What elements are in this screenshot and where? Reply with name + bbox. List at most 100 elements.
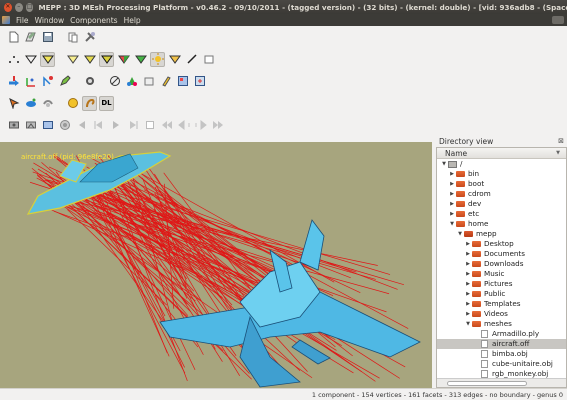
scrollbar-thumb[interactable] bbox=[447, 381, 527, 386]
camera-icon[interactable] bbox=[6, 118, 21, 133]
next-icon[interactable] bbox=[193, 118, 208, 133]
collapsed-arrow-icon[interactable]: ▶ bbox=[464, 279, 472, 289]
restore-panel-icon[interactable] bbox=[552, 16, 564, 24]
play-back-icon[interactable] bbox=[91, 118, 106, 133]
new-icon[interactable] bbox=[6, 30, 21, 45]
expanded-arrow-icon[interactable]: ▼ bbox=[448, 219, 456, 229]
tools-icon[interactable] bbox=[82, 30, 97, 45]
tree-item[interactable]: ▼ mepp bbox=[437, 229, 566, 239]
3d-viewport[interactable]: aircraft.off (pid: 96e8fe20) bbox=[0, 142, 432, 388]
tree-item[interactable]: ▶ Downloads bbox=[437, 259, 566, 269]
window-frame-icon[interactable] bbox=[141, 74, 156, 89]
tree-item[interactable]: ▶ Desktop bbox=[437, 239, 566, 249]
window-icon[interactable] bbox=[201, 52, 216, 67]
collapsed-arrow-icon[interactable]: ▶ bbox=[448, 179, 456, 189]
texture-icon[interactable] bbox=[65, 96, 80, 111]
tree-item[interactable]: ▶ boot bbox=[437, 179, 566, 189]
tree-item[interactable]: aircraft.off bbox=[437, 339, 566, 349]
tree-item[interactable]: Armadillo.ply bbox=[437, 329, 566, 339]
paint-icon[interactable] bbox=[158, 74, 173, 89]
expanded-arrow-icon[interactable]: ▼ bbox=[464, 319, 472, 329]
tree-item[interactable]: ▶ cdrom bbox=[437, 189, 566, 199]
tree-item[interactable]: ▼ home bbox=[437, 219, 566, 229]
tree-item[interactable]: ▶ etc bbox=[437, 209, 566, 219]
collapsed-arrow-icon[interactable]: ▶ bbox=[448, 189, 456, 199]
collapsed-arrow-icon[interactable]: ▶ bbox=[464, 299, 472, 309]
wireframe-icon[interactable] bbox=[23, 52, 38, 67]
menu-help[interactable]: Help bbox=[124, 16, 141, 25]
tree-item[interactable]: cube-unitaire.obj bbox=[437, 359, 566, 369]
pause-icon[interactable] bbox=[125, 118, 140, 133]
textured-icon[interactable] bbox=[82, 52, 97, 67]
display-list-button[interactable]: DL bbox=[99, 95, 114, 111]
hand-icon[interactable] bbox=[82, 95, 97, 111]
smooth-icon[interactable] bbox=[65, 52, 80, 67]
play-icon[interactable] bbox=[108, 118, 123, 133]
collapsed-arrow-icon[interactable]: ▶ bbox=[448, 199, 456, 209]
collapsed-arrow-icon[interactable]: ▶ bbox=[448, 169, 456, 179]
collapsed-arrow-icon[interactable]: ▶ bbox=[464, 309, 472, 319]
tree-item[interactable]: ▶ Music bbox=[437, 269, 566, 279]
maximize-window-button[interactable]: □ bbox=[25, 2, 34, 12]
transform-icon[interactable] bbox=[6, 74, 21, 89]
tree-item[interactable]: ▼ / bbox=[437, 159, 566, 169]
gallery-icon[interactable] bbox=[175, 74, 190, 89]
tree-item[interactable]: ▼ meshes bbox=[437, 319, 566, 329]
collapsed-arrow-icon[interactable]: ▶ bbox=[448, 209, 456, 219]
face-color-icon[interactable] bbox=[116, 52, 131, 67]
tree-item[interactable]: ▶ bin bbox=[437, 169, 566, 179]
dock-close-icon[interactable]: ⊠ bbox=[558, 137, 564, 145]
open-icon[interactable] bbox=[23, 30, 38, 45]
sort-chevron-icon[interactable]: ▼ bbox=[556, 150, 560, 156]
tree-item[interactable]: bimba.obj bbox=[437, 349, 566, 359]
viewer-icon[interactable] bbox=[124, 74, 139, 89]
last-icon[interactable] bbox=[210, 118, 225, 133]
collapsed-arrow-icon[interactable]: ▶ bbox=[464, 289, 472, 299]
sync-icon[interactable] bbox=[40, 74, 55, 89]
minimize-window-button[interactable]: – bbox=[14, 2, 23, 12]
expanded-arrow-icon[interactable]: ▼ bbox=[456, 229, 464, 239]
tree-column-header[interactable]: Name ▼ bbox=[437, 148, 566, 159]
normal-color-icon[interactable] bbox=[133, 52, 148, 67]
vertex-color-icon[interactable] bbox=[99, 51, 114, 67]
copy-icon[interactable] bbox=[65, 30, 80, 45]
flat-icon[interactable] bbox=[40, 51, 55, 67]
cursor-icon[interactable] bbox=[6, 96, 21, 111]
tree-item[interactable]: ▶ dev bbox=[437, 199, 566, 209]
stop-icon[interactable] bbox=[142, 118, 157, 133]
pencil-icon[interactable] bbox=[57, 74, 72, 89]
analysis-icon[interactable] bbox=[82, 74, 97, 89]
whale-icon[interactable] bbox=[23, 96, 38, 111]
menu-window[interactable]: Window bbox=[35, 16, 65, 25]
points-icon[interactable] bbox=[6, 52, 21, 67]
collapsed-arrow-icon[interactable]: ▶ bbox=[464, 239, 472, 249]
tree-item[interactable]: ▶ Public bbox=[437, 289, 566, 299]
directory-tree[interactable]: Name ▼ ▼ / ▶ bin ▶ boot ▶ cdrom ▶ dev ▶ etc ▼ home ▼ me… bbox=[436, 147, 567, 388]
edit-icon[interactable] bbox=[167, 52, 182, 67]
screenshot-icon[interactable] bbox=[192, 74, 207, 89]
recording-icon[interactable] bbox=[57, 118, 72, 133]
save-icon[interactable] bbox=[40, 30, 55, 45]
collapsed-arrow-icon[interactable]: ▶ bbox=[464, 269, 472, 279]
prev-icon[interactable] bbox=[176, 118, 191, 133]
play-first-icon[interactable] bbox=[74, 118, 89, 133]
video-icon[interactable] bbox=[40, 118, 55, 133]
tree-item[interactable]: ▶ Videos bbox=[437, 309, 566, 319]
lock-icon[interactable] bbox=[40, 96, 55, 111]
tree-item[interactable]: ▶ Templates bbox=[437, 299, 566, 309]
tree-item[interactable]: ▶ Documents bbox=[437, 249, 566, 259]
camera-path-icon[interactable] bbox=[23, 118, 38, 133]
horizontal-scrollbar[interactable] bbox=[437, 378, 566, 387]
line-icon[interactable] bbox=[184, 52, 199, 67]
collapsed-arrow-icon[interactable]: ▶ bbox=[464, 249, 472, 259]
sphere-icon[interactable] bbox=[107, 74, 122, 89]
collapsed-arrow-icon[interactable]: ▶ bbox=[464, 259, 472, 269]
expanded-arrow-icon[interactable]: ▼ bbox=[440, 159, 448, 169]
close-window-button[interactable]: ✕ bbox=[4, 2, 12, 12]
light-icon[interactable] bbox=[150, 51, 165, 67]
tree-item[interactable]: ▶ Pictures bbox=[437, 279, 566, 289]
menu-file[interactable]: File bbox=[16, 16, 29, 25]
menu-components[interactable]: Components bbox=[70, 16, 117, 25]
axis-icon[interactable] bbox=[23, 74, 38, 89]
first-icon[interactable] bbox=[159, 118, 174, 133]
